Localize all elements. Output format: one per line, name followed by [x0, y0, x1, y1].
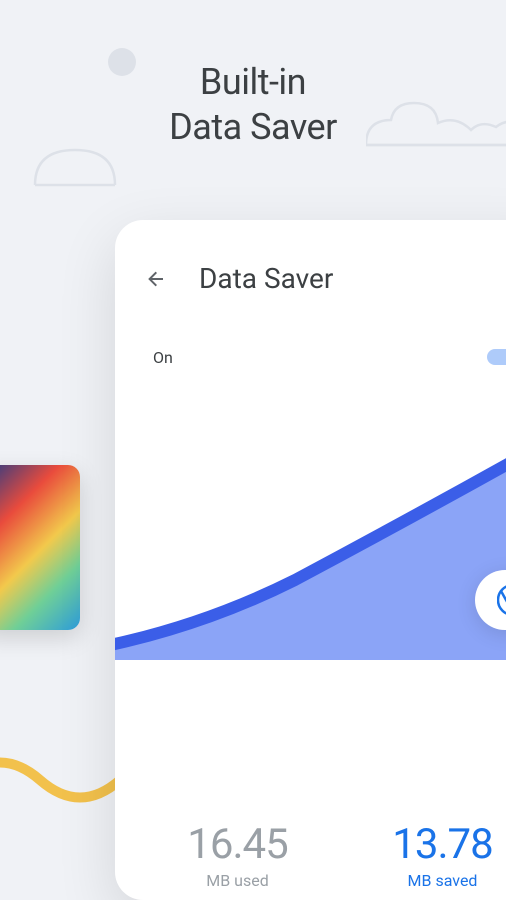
stat-mb-saved: 13.78 MB saved [392, 820, 493, 890]
stat-mb-used: 16.45 MB used [187, 820, 288, 890]
cloud-decoration-left [30, 145, 120, 190]
hero-title-line1: Built-in [200, 61, 306, 103]
phone-header: Data Saver [115, 220, 506, 315]
cloud-decoration-right [366, 95, 506, 160]
toggle-row: On [115, 315, 506, 379]
phone-screen-card: Data Saver On 16.45 MB used 13.78 MB sav… [115, 220, 506, 900]
hero-title-line2: Data Saver [169, 106, 337, 148]
stats-row: 16.45 MB used 13.78 MB saved [115, 820, 506, 890]
stat-saved-label: MB saved [392, 871, 493, 890]
chrome-icon [497, 584, 506, 616]
stat-used-label: MB used [187, 871, 288, 890]
toggle-label: On [153, 348, 173, 367]
artwork-card [0, 465, 80, 630]
toggle-track [487, 349, 506, 365]
screen-title: Data Saver [199, 262, 333, 295]
stat-saved-value: 13.78 [392, 820, 493, 869]
decorative-circle [108, 48, 136, 76]
data-saver-toggle[interactable] [487, 345, 506, 369]
back-arrow-icon[interactable] [145, 267, 169, 291]
stat-used-value: 16.45 [187, 820, 288, 869]
data-usage-chart [115, 400, 506, 680]
